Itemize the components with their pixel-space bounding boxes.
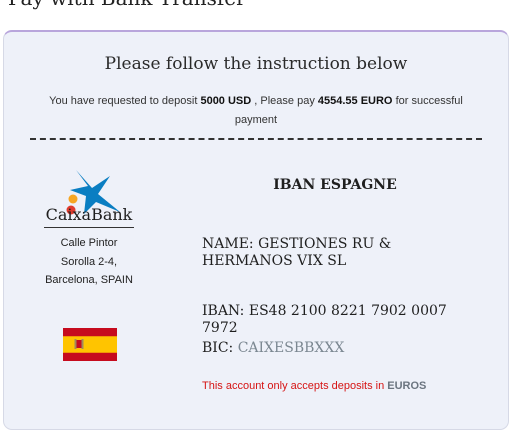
bic-label: BIC:: [202, 340, 234, 356]
notice-middle: , Please pay: [254, 95, 315, 107]
warning-text: This account only accepts deposits in: [202, 380, 385, 392]
deposit-notice: You have requested to deposit 5000 USD ,…: [28, 92, 484, 130]
account-name: NAME: GESTIONES RU & HERMANOS VIX SL: [202, 236, 392, 269]
bank-address: Calle Pintor Sorolla 2-4, Barcelona, SPA…: [38, 234, 140, 290]
bank-transfer-card: Please follow the instruction below You …: [3, 30, 509, 430]
bic-value[interactable]: CAIXESBBXXX: [238, 340, 345, 356]
notice-prefix: You have requested to deposit: [49, 95, 198, 107]
warning-currency: EUROS: [387, 380, 427, 392]
address-line-1: Calle Pintor: [60, 237, 118, 249]
currency-warning: This account only accepts deposits in EU…: [202, 380, 426, 392]
spain-flag-icon: [63, 328, 117, 361]
pay-amount: 4554.55 EURO: [317, 95, 393, 107]
page-title: Pay with Bank Transfer: [8, 0, 246, 10]
bank-name: CaixaBank: [45, 205, 133, 224]
deposit-amount: 5000 USD: [200, 95, 252, 107]
account-iban: IBAN: ES48 2100 8221 7902 0007 7972: [202, 303, 447, 336]
address-line-2: Sorolla 2-4,: [60, 255, 118, 268]
address-line-3: Barcelona, SPAIN: [45, 274, 133, 286]
bank-name-underline: [44, 227, 134, 228]
dashed-divider: [30, 138, 482, 140]
iban-title: IBAN ESPAGNE: [273, 177, 397, 193]
account-bic: BIC: CAIXESBBXXX: [202, 340, 482, 357]
instruction-heading: Please follow the instruction below: [104, 54, 408, 74]
